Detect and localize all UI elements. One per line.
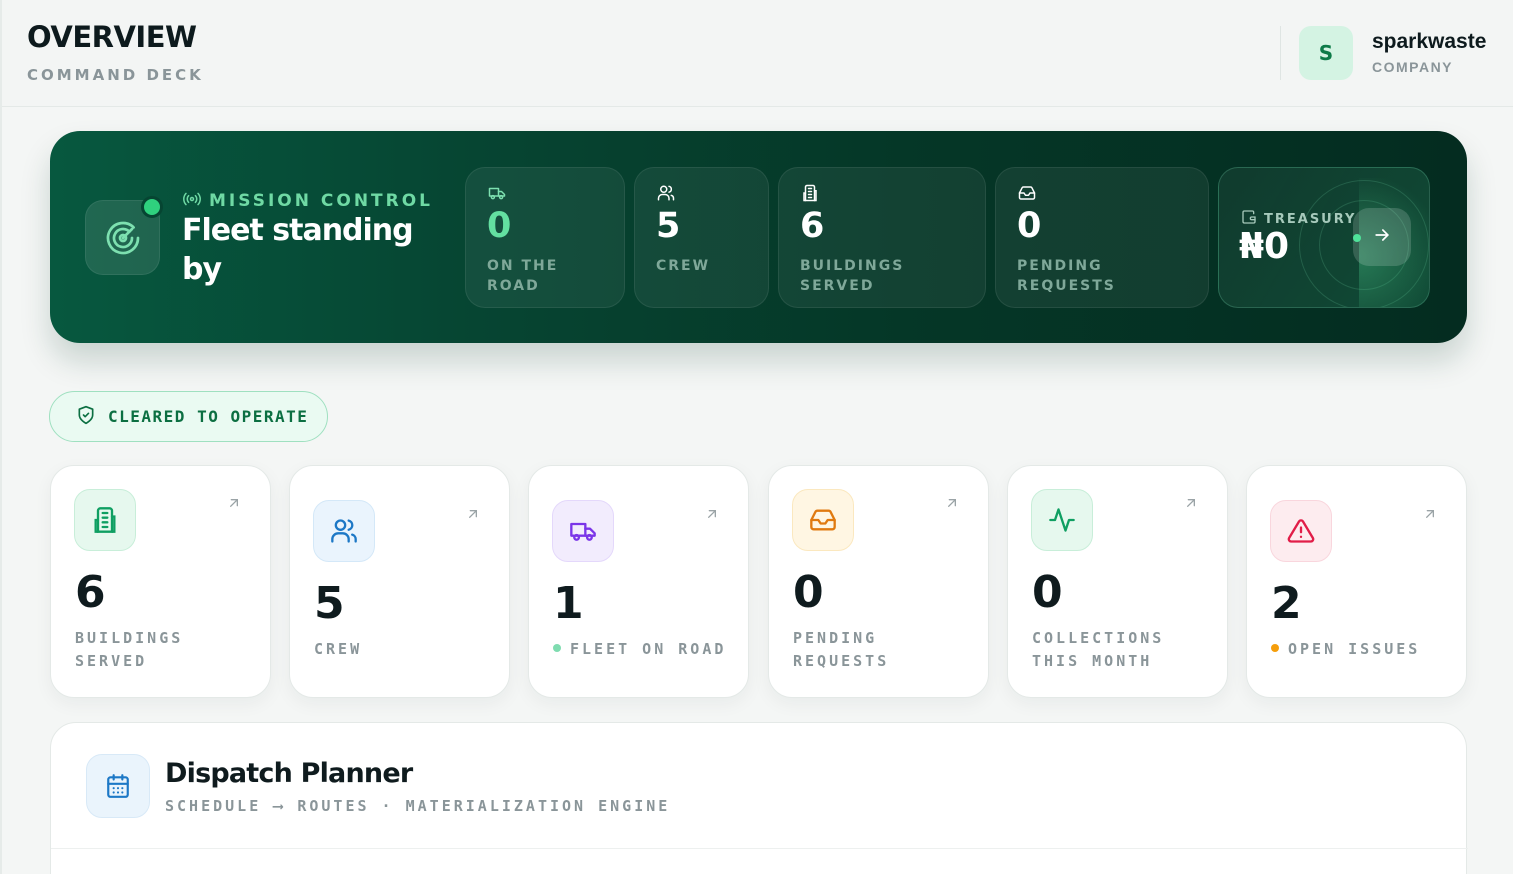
stat-card-crew[interactable]: 5 CREW: [289, 465, 510, 698]
hero-stat-label: ON THE ROAD: [487, 258, 559, 294]
hero-stat-buildings[interactable]: 6 BUILDINGS SERVED: [778, 167, 986, 308]
alert-triangle-icon: [1270, 500, 1332, 562]
status-badge: CLEARED TO OPERATE: [49, 391, 328, 442]
mission-control-hero: MISSION CONTROL Fleet standing by 0 ON T…: [50, 131, 1467, 343]
users-icon: [313, 500, 375, 562]
arrow-up-right-icon[interactable]: [1422, 506, 1438, 526]
inbox-icon: [1017, 184, 1037, 206]
arrow-up-right-icon[interactable]: [944, 495, 960, 515]
online-indicator: [141, 196, 163, 218]
company-name[interactable]: sparkwaste: [1372, 30, 1486, 54]
shield-check-icon: [76, 404, 96, 430]
calendar-icon: [86, 754, 150, 818]
stat-value: 5: [314, 578, 345, 629]
page-subtitle: COMMAND DECK: [27, 66, 204, 84]
dispatch-planner-panel: Dispatch Planner SCHEDULE ⟶ ROUTES · MAT…: [50, 722, 1468, 874]
stat-label-row: FLEET ON ROAD: [553, 638, 726, 661]
arrow-up-right-icon[interactable]: [1183, 495, 1199, 515]
left-border: [0, 0, 2, 874]
radar-blip: [1353, 234, 1361, 242]
hero-stat-value: 0: [1017, 206, 1042, 246]
stat-label: CREW: [314, 640, 363, 658]
stat-label: BUILDINGS SERVED: [75, 629, 184, 670]
arrow-right-icon: [1372, 225, 1392, 249]
building-icon: [74, 489, 136, 551]
treasury-card[interactable]: TREASURY ₦0: [1218, 167, 1430, 308]
hero-stat-label: CREW: [656, 258, 711, 274]
users-icon: [656, 184, 676, 206]
stat-card-collections[interactable]: 0 COLLECTIONS THIS MONTH: [1007, 465, 1228, 698]
planner-divider: [51, 848, 1468, 849]
stat-value: 1: [553, 578, 584, 629]
stat-label-row: OPEN ISSUES: [1271, 638, 1420, 661]
page-title: OVERVIEW: [27, 20, 197, 54]
status-dot: [553, 643, 561, 652]
header-divider: [1280, 26, 1281, 80]
status-badge-label: CLEARED TO OPERATE: [108, 407, 309, 426]
activity-icon: [1031, 489, 1093, 551]
stat-card-fleet[interactable]: 1 FLEET ON ROAD: [528, 465, 749, 698]
stat-card-buildings[interactable]: 6 BUILDINGS SERVED: [50, 465, 271, 698]
hero-stat-crew[interactable]: 5 CREW: [634, 167, 769, 308]
hero-kicker: MISSION CONTROL: [183, 191, 433, 211]
truck-icon: [552, 500, 614, 562]
hero-stat-label: BUILDINGS SERVED: [800, 258, 905, 294]
stat-value: 0: [793, 567, 824, 618]
hero-stat-pending[interactable]: 0 PENDING REQUESTS: [995, 167, 1209, 308]
stat-value: 6: [75, 567, 106, 618]
hero-title: Fleet standing by: [182, 213, 414, 287]
planner-title: Dispatch Planner: [165, 758, 413, 789]
stat-card-issues[interactable]: 2 OPEN ISSUES: [1246, 465, 1467, 698]
stat-value: 0: [1032, 567, 1063, 618]
treasury-value: ₦0: [1239, 226, 1290, 267]
company-role: COMPANY: [1372, 59, 1454, 75]
stat-label: COLLECTIONS THIS MONTH: [1032, 629, 1165, 670]
hero-stat-label: PENDING REQUESTS: [1017, 258, 1116, 294]
stat-label: PENDING REQUESTS: [793, 629, 890, 670]
stat-card-pending[interactable]: 0 PENDING REQUESTS: [768, 465, 989, 698]
stat-value: 2: [1271, 578, 1302, 629]
truck-icon: [487, 184, 507, 206]
hero-stat-value: 5: [656, 206, 681, 246]
hero-kicker-label: MISSION CONTROL: [209, 191, 434, 211]
arrow-up-right-icon[interactable]: [226, 495, 242, 515]
hero-stat-value: 0: [487, 206, 512, 246]
hero-stat-on-the-road[interactable]: 0 ON THE ROAD: [465, 167, 625, 308]
treasury-label-text: TREASURY: [1264, 211, 1357, 227]
building-icon: [800, 184, 820, 206]
hero-stat-value: 6: [800, 206, 825, 246]
inbox-icon: [792, 489, 854, 551]
treasury-open-button[interactable]: [1353, 208, 1411, 266]
arrow-up-right-icon[interactable]: [704, 506, 720, 526]
stat-label: FLEET ON ROAD: [570, 640, 727, 658]
top-bar: OVERVIEW COMMAND DECK S sparkwaste COMPA…: [2, 0, 1513, 107]
planner-subtitle: SCHEDULE ⟶ ROUTES · MATERIALIZATION ENGI…: [165, 797, 671, 815]
arrow-up-right-icon[interactable]: [465, 506, 481, 526]
stat-label: OPEN ISSUES: [1288, 640, 1421, 658]
status-dot: [1271, 643, 1279, 652]
broadcast-icon: [183, 191, 201, 211]
company-avatar[interactable]: S: [1299, 26, 1353, 80]
